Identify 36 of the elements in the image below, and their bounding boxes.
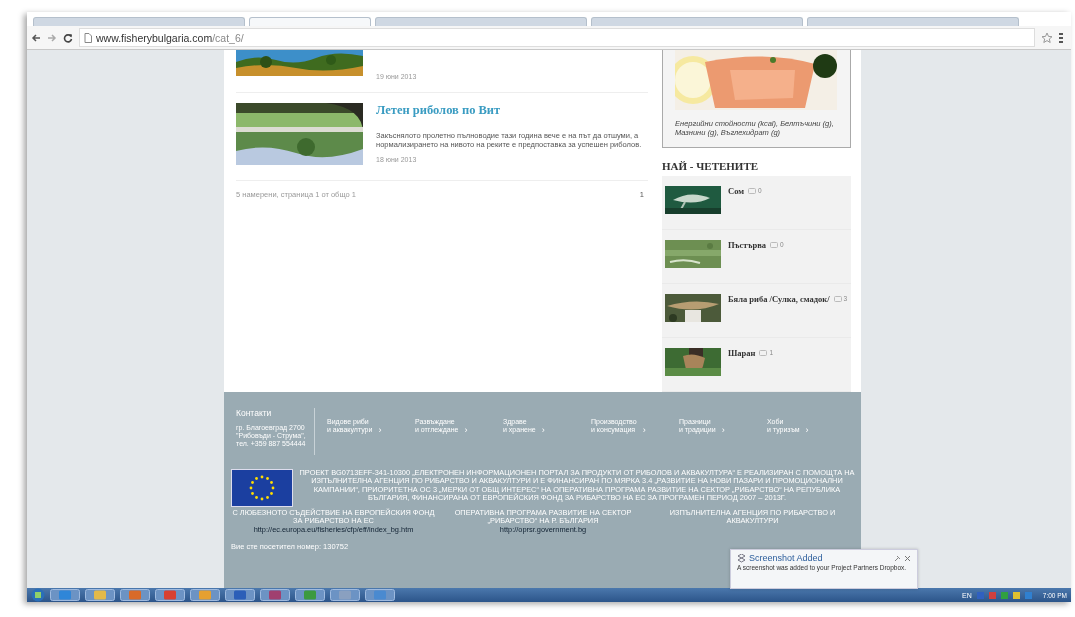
article-title-link[interactable]: Шаран [728, 348, 756, 358]
app-icon[interactable] [190, 589, 220, 601]
address-field[interactable]: www.fisherybulgaria.com/cat_6/ [79, 28, 1035, 47]
forward-icon[interactable] [47, 32, 57, 43]
section-heading: НАЙ - ЧЕТЕНИТЕ [662, 159, 760, 174]
app-icon[interactable] [225, 589, 255, 601]
comment-icon [748, 188, 757, 194]
browser-tab[interactable] [33, 17, 245, 26]
contacts-title: Контакти [236, 408, 273, 418]
back-icon[interactable] [31, 32, 41, 43]
comment-icon [833, 296, 842, 302]
app-icon[interactable] [330, 589, 360, 601]
app-icon[interactable] [85, 589, 115, 601]
app-icon[interactable] [155, 589, 185, 601]
page-icon [84, 32, 92, 43]
browser-tab[interactable] [807, 17, 1019, 26]
star-icon[interactable] [1041, 31, 1053, 44]
comment-icon [770, 242, 779, 248]
app-icon[interactable] [260, 589, 290, 601]
app-icon[interactable] [120, 589, 150, 601]
article-title-link[interactable]: Пъстърва [728, 240, 767, 250]
app-icon[interactable] [50, 589, 80, 601]
menu-icon[interactable] [1059, 32, 1063, 43]
reload-icon[interactable] [63, 32, 73, 43]
eu-flag-icon [231, 469, 293, 507]
browser-tab[interactable] [249, 17, 371, 26]
notification-title: Screenshot Added [749, 553, 824, 563]
article-title-link[interactable]: Сом [728, 186, 745, 196]
browser-tab[interactable] [375, 17, 587, 26]
app-icon[interactable] [295, 589, 325, 601]
comment-icon [759, 350, 768, 356]
app-icon[interactable] [365, 589, 395, 601]
article-title-link[interactable]: Бяла риба /Сулка, смадок/ [728, 294, 830, 304]
start-icon[interactable] [31, 588, 45, 602]
browser-tab[interactable] [591, 17, 803, 26]
close-icon[interactable] [904, 554, 911, 562]
